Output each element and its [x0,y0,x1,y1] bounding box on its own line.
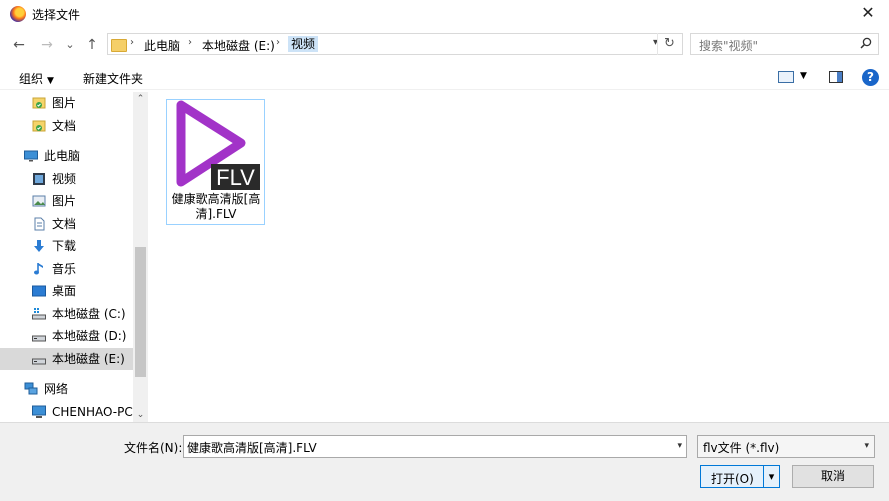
drive-icon [32,358,46,365]
title-bar: 选择文件 ✕ [0,0,889,28]
flv-badge: FLV [216,165,255,190]
chevron-down-icon[interactable]: ▾ [677,441,682,451]
chevron-right-icon[interactable]: › [276,37,280,48]
help-icon[interactable]: ? [862,69,879,86]
filetype-select[interactable]: flv文件 (*.flv) ▾ [697,435,875,458]
sidebar-item-pictures-quick[interactable]: 图片 [0,92,133,114]
up-button[interactable]: ↑ [83,36,101,54]
sidebar-item-music[interactable]: 音乐 [0,258,133,280]
scroll-up-icon[interactable]: ⌃ [133,94,148,104]
music-icon [34,263,43,275]
refresh-button[interactable]: ↻ [657,33,681,55]
pc-icon [32,405,46,418]
open-button[interactable]: 打开(O) ▾ [700,465,780,488]
sidebar-item-downloads[interactable]: 下载 [0,235,133,257]
command-toolbar: 组织 ▼ 新建文件夹 ▼ ? [0,64,889,90]
documents-icon [34,217,45,231]
sidebar-item-videos[interactable]: 视频 [0,168,133,190]
navigation-pane: 图片 文档 此电脑 视频 图片 文档 下载 音乐 桌面 本地磁盘 (C:) 本地… [0,92,148,422]
drive-icon [32,335,46,342]
open-options-dropdown[interactable]: ▾ [763,466,779,487]
view-options-dropdown[interactable]: ▼ [800,71,807,81]
organize-label: 组织 [19,72,44,86]
new-folder-button[interactable]: 新建文件夹 [83,70,143,87]
sidebar-item-drive-e[interactable]: 本地磁盘 (E:) [0,348,133,370]
breadcrumb-videos[interactable]: 视频 [288,36,319,52]
network-icon [24,382,38,395]
filename-label: 文件名(N): [124,441,183,455]
open-label: 打开(O) [711,472,754,486]
sidebar-item-network[interactable]: 网络 [0,378,133,400]
preview-pane-icon[interactable] [829,71,843,83]
sidebar-item-chenhao-pc[interactable]: CHENHAO-PC [0,401,133,422]
drive-icon [32,308,46,320]
file-item[interactable]: FLV 健康歌高清版[高清].FLV [166,99,265,225]
pictures-icon [32,195,46,207]
breadcrumb-this-pc[interactable]: 此电脑 [144,37,180,54]
sidebar-item-drive-c[interactable]: 本地磁盘 (C:) [0,303,133,325]
chevron-right-icon[interactable]: › [130,37,134,48]
file-name: 健康歌高清版[高清].FLV [171,192,261,221]
cancel-button[interactable]: 取消 [792,465,874,488]
breadcrumb-drive-e[interactable]: 本地磁盘 (E:) [202,37,275,54]
forward-button[interactable]: → [38,36,56,54]
sidebar-item-documents[interactable]: 文档 [0,213,133,235]
file-list: FLV 健康歌高清版[高清].FLV [150,92,889,422]
back-button[interactable]: ← [10,36,28,54]
dialog-footer: 文件名(N): 健康歌高清版[高清].FLV ▾ flv文件 (*.flv) ▾… [0,422,889,501]
navigation-bar: ← → ⌄ ↑ › 此电脑 › 本地磁盘 (E:) › 视频 ▾ ↻ 搜索"视频… [0,28,889,62]
search-icon[interactable] [860,37,872,49]
filename-field[interactable]: 健康歌高清版[高清].FLV ▾ [183,435,687,458]
sidebar-item-pictures[interactable]: 图片 [0,190,133,212]
sidebar-item-drive-d[interactable]: 本地磁盘 (D:) [0,325,133,347]
desktop-icon [32,285,46,297]
change-view-icon[interactable] [778,71,794,83]
documents-icon [32,120,46,132]
search-placeholder: 搜索"视频" [699,39,759,53]
firefox-icon [10,6,26,22]
sidebar-item-this-pc[interactable]: 此电脑 [0,145,133,167]
search-input[interactable]: 搜索"视频" [690,33,879,55]
pictures-icon [32,97,46,109]
flv-video-icon: FLV [176,100,260,190]
recent-locations-button[interactable]: ⌄ [61,36,79,54]
close-button[interactable]: ✕ [857,2,879,24]
caret-down-icon: ▼ [47,76,54,86]
navigation-scrollbar[interactable]: ⌃ ⌄ [133,92,148,422]
sidebar-item-documents-quick[interactable]: 文档 [0,115,133,137]
videos-icon [33,173,45,185]
filename-value: 健康歌高清版[高清].FLV [187,441,317,455]
scrollbar-thumb[interactable] [135,247,146,377]
folder-icon [111,37,127,52]
chevron-down-icon: ▾ [864,441,869,451]
scroll-down-icon[interactable]: ⌄ [133,410,148,420]
sidebar-item-desktop[interactable]: 桌面 [0,280,133,302]
address-bar[interactable]: › 此电脑 › 本地磁盘 (E:) › 视频 ▾ [107,33,683,55]
chevron-right-icon[interactable]: › [188,37,192,48]
filetype-value: flv文件 (*.flv) [703,441,780,455]
organize-menu[interactable]: 组织 ▼ [19,70,54,87]
window-title: 选择文件 [32,8,81,22]
computer-icon [24,150,38,162]
download-icon [34,240,44,252]
